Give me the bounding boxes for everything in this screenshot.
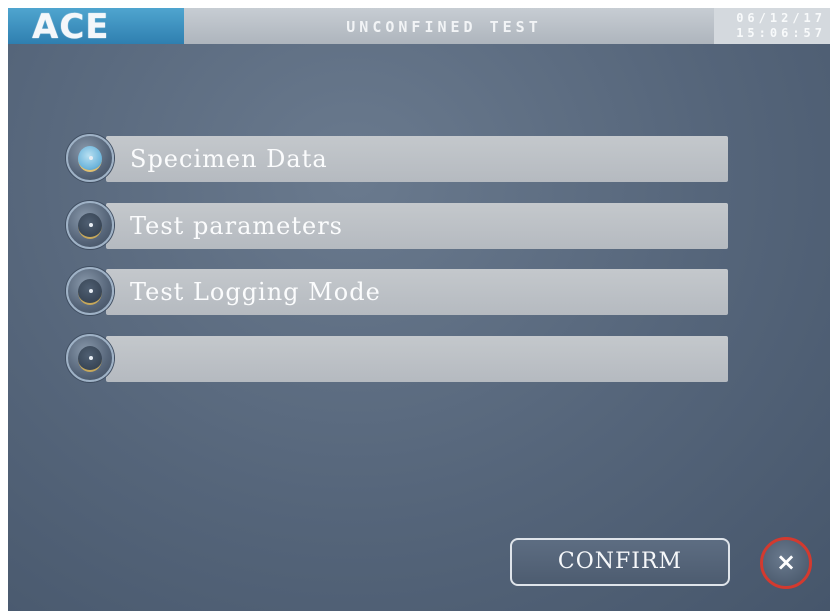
menu-item-label: Specimen Data (130, 145, 328, 173)
logo-box: ACE (8, 8, 184, 47)
menu-item-label: Test Logging Mode (130, 278, 381, 306)
confirm-button[interactable]: CONFIRM (510, 538, 730, 586)
radio-dot-icon (89, 223, 93, 227)
menu-item-label: Test parameters (130, 212, 343, 240)
radio-button[interactable] (66, 267, 114, 315)
header-bar: ACE UNCONFINED TEST 06/12/17 15:06:57 (8, 8, 830, 47)
radio-button[interactable] (66, 134, 114, 182)
page-title: UNCONFINED TEST (346, 18, 542, 36)
radio-dot-icon (89, 356, 93, 360)
menu-item-test-logging-mode[interactable]: Test Logging Mode (66, 267, 732, 317)
date: 06/12/17 (736, 11, 826, 25)
time: 15:06:57 (736, 26, 826, 40)
date-time: 06/12/17 15:06:57 (714, 8, 830, 44)
menu-item-specimen-data[interactable]: Specimen Data (66, 134, 732, 184)
menu-item-empty[interactable] (66, 334, 732, 384)
close-icon[interactable]: × (760, 537, 812, 589)
screen: ACE UNCONFINED TEST 06/12/17 15:06:57 Sp… (8, 8, 830, 611)
logo: ACE (32, 8, 110, 47)
radio-dot-icon (89, 289, 93, 293)
radio-dot-icon (89, 156, 93, 160)
radio-button[interactable] (66, 334, 114, 382)
menu-item-test-parameters[interactable]: Test parameters (66, 201, 732, 251)
radio-button[interactable] (66, 201, 114, 249)
menu-bar[interactable] (106, 336, 728, 382)
